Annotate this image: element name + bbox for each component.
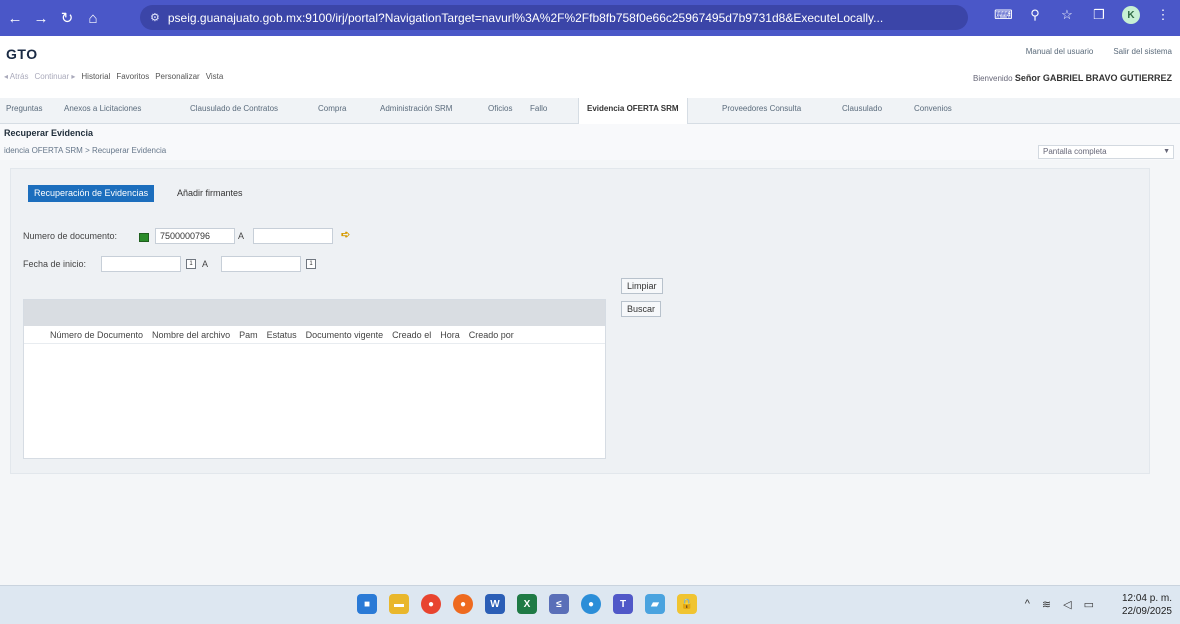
chevron-up-icon[interactable]: ^ <box>1025 598 1030 611</box>
personalize-menu[interactable]: Personalizar <box>155 72 199 81</box>
menu-dots-icon[interactable]: ⋮ <box>1154 7 1172 23</box>
clock[interactable]: 12:04 p. m. 22/09/2025 <box>1122 592 1172 618</box>
multiple-selection-arrow-icon[interactable]: ➪ <box>341 228 350 241</box>
clear-button[interactable]: Limpiar <box>621 278 663 294</box>
tab-preguntas[interactable]: Preguntas <box>6 98 42 124</box>
bookmark-star-icon[interactable]: ☆ <box>1058 7 1076 23</box>
doc-number-to-input[interactable] <box>253 228 333 244</box>
evidence-panel: Recuperación de Evidencias Añadir firman… <box>10 168 1150 474</box>
forward-arrow-icon[interactable]: → <box>30 7 52 29</box>
start-date-range-sep: A <box>202 259 209 269</box>
address-bar[interactable]: ⚙ pseig.guanajuato.gob.mx:9100/irj/porta… <box>140 5 968 30</box>
excel-icon[interactable]: X <box>517 594 537 614</box>
volume-icon[interactable]: ◁ <box>1063 598 1071 611</box>
tab-anexos-licitaciones[interactable]: Anexos a Licitaciones <box>64 98 141 124</box>
translate-icon[interactable]: ⌨ <box>994 7 1013 23</box>
page-header: Recuperar Evidencia idencia OFERTA SRM >… <box>0 124 1180 160</box>
selection-options-icon[interactable] <box>139 233 149 242</box>
start-menu-icon[interactable]: ■ <box>357 594 377 614</box>
pen-app-icon[interactable]: ≤ <box>549 594 569 614</box>
word-icon[interactable]: W <box>485 594 505 614</box>
file-explorer-icon[interactable]: ▬ <box>389 594 409 614</box>
profile-avatar[interactable]: K <box>1122 6 1140 24</box>
browser-toolbar: ← → ↻ ⌂ ⚙ pseig.guanajuato.gob.mx:9100/i… <box>0 0 1180 36</box>
doc-number-range-sep: A <box>238 231 245 241</box>
tab-clausulado-contratos[interactable]: Clausulado de Contratos <box>190 98 278 124</box>
chrome-icon[interactable]: ● <box>421 594 441 614</box>
logout-link[interactable]: Salir del sistema <box>1113 47 1172 56</box>
taskbar-app-icon[interactable]: ▰ <box>645 594 665 614</box>
view-mode-select[interactable]: Pantalla completa ▼ <box>1038 145 1174 159</box>
table-header: Número de Documento Nombre del archivo P… <box>24 326 605 344</box>
welcome-message: Bienvenido Señor GABRIEL BRAVO GUTIERREZ <box>972 73 1172 83</box>
user-name: Señor GABRIEL BRAVO GUTIERREZ <box>1014 73 1172 83</box>
start-date-to-input[interactable] <box>221 256 301 272</box>
top-level-tabs: Preguntas Anexos a Licitaciones Clausula… <box>0 98 1180 124</box>
breadcrumb[interactable]: idencia OFERTA SRM > Recuperar Evidencia <box>4 146 166 155</box>
back-link[interactable]: ◂ Atrás <box>4 72 28 81</box>
doc-number-from-input[interactable]: 7500000796 <box>155 228 235 244</box>
start-date-from-input[interactable] <box>101 256 181 272</box>
clock-time: 12:04 p. m. <box>1121 593 1172 604</box>
zoom-icon[interactable]: ⚲ <box>1026 7 1044 23</box>
column-header-documento-vigente[interactable]: Documento vigente <box>306 326 384 343</box>
windows-taskbar: ■ ▬ ● ● W X ≤ ● T ▰ 🔒 ^ ≋ ◁ ▭ 12:04 p. m… <box>0 585 1180 624</box>
tab-oficios[interactable]: Oficios <box>488 98 512 124</box>
manual-link[interactable]: Manual del usuario <box>1026 47 1094 56</box>
battery-icon[interactable]: ▭ <box>1084 598 1094 611</box>
column-header-creado-el[interactable]: Creado el <box>392 326 431 343</box>
firefox-icon[interactable]: ● <box>453 594 473 614</box>
url-text: pseig.guanajuato.gob.mx:9100/irj/portal?… <box>167 10 884 25</box>
tab-fallo[interactable]: Fallo <box>530 98 547 124</box>
site-settings-icon[interactable]: ⚙ <box>150 11 160 24</box>
start-date-label: Fecha de inicio: <box>23 259 87 269</box>
portal-header: GTO Manual del usuario Salir del sistema… <box>0 36 1180 98</box>
lock-app-icon[interactable]: 🔒 <box>677 594 697 614</box>
column-header-numero-documento[interactable]: Número de Documento <box>50 326 143 343</box>
home-icon[interactable]: ⌂ <box>82 7 104 29</box>
system-tray: ^ ≋ ◁ ▭ <box>1025 598 1094 611</box>
column-header-creado-por[interactable]: Creado por <box>469 326 514 343</box>
tab-evidencia-oferta-srm[interactable]: Evidencia OFERTA SRM <box>578 98 688 124</box>
back-arrow-icon[interactable]: ← <box>4 7 26 29</box>
column-header-nombre-archivo[interactable]: Nombre del archivo <box>152 326 230 343</box>
chevron-down-icon: ▼ <box>1163 148 1170 155</box>
view-menu[interactable]: Vista <box>206 72 224 81</box>
tab-convenios[interactable]: Convenios <box>914 98 952 124</box>
tab-proveedores-consulta[interactable]: Proveedores Consulta <box>722 98 801 124</box>
subtab-recuperacion-evidencias[interactable]: Recuperación de Evidencias <box>28 185 155 202</box>
tab-administracion-srm[interactable]: Administración SRM <box>380 98 452 124</box>
results-table: Número de Documento Nombre del archivo P… <box>23 299 606 459</box>
column-header-hora[interactable]: Hora <box>440 326 460 343</box>
calendar-icon[interactable]: 1 <box>186 259 196 269</box>
tab-compra[interactable]: Compra <box>318 98 346 124</box>
portal-logo: GTO <box>6 46 38 62</box>
wifi-icon[interactable]: ≋ <box>1042 598 1051 611</box>
reload-icon[interactable]: ↻ <box>56 7 78 29</box>
page-title: Recuperar Evidencia <box>4 128 94 138</box>
table-toolbar <box>24 300 605 326</box>
chrome-profile-icon[interactable]: ● <box>581 594 601 614</box>
history-bar: ◂ Atrás Continuar ▸ Historial Favoritos … <box>4 72 223 81</box>
calendar-icon[interactable]: 1 <box>306 259 316 269</box>
history-menu[interactable]: Historial <box>81 72 110 81</box>
column-header-estatus[interactable]: Estatus <box>267 326 297 343</box>
forward-link[interactable]: Continuar ▸ <box>34 72 75 81</box>
doc-number-label: Numero de documento: <box>23 231 118 241</box>
teams-icon[interactable]: T <box>613 594 633 614</box>
search-button[interactable]: Buscar <box>621 301 662 317</box>
subtab-anadir-firmantes[interactable]: Añadir firmantes <box>171 185 249 202</box>
favorites-menu[interactable]: Favoritos <box>116 72 149 81</box>
clock-date: 22/09/2025 <box>1121 606 1172 617</box>
tab-clausulado[interactable]: Clausulado <box>842 98 882 124</box>
extensions-icon[interactable]: ❒ <box>1090 7 1108 23</box>
column-header-pam[interactable]: Pam <box>239 326 258 343</box>
